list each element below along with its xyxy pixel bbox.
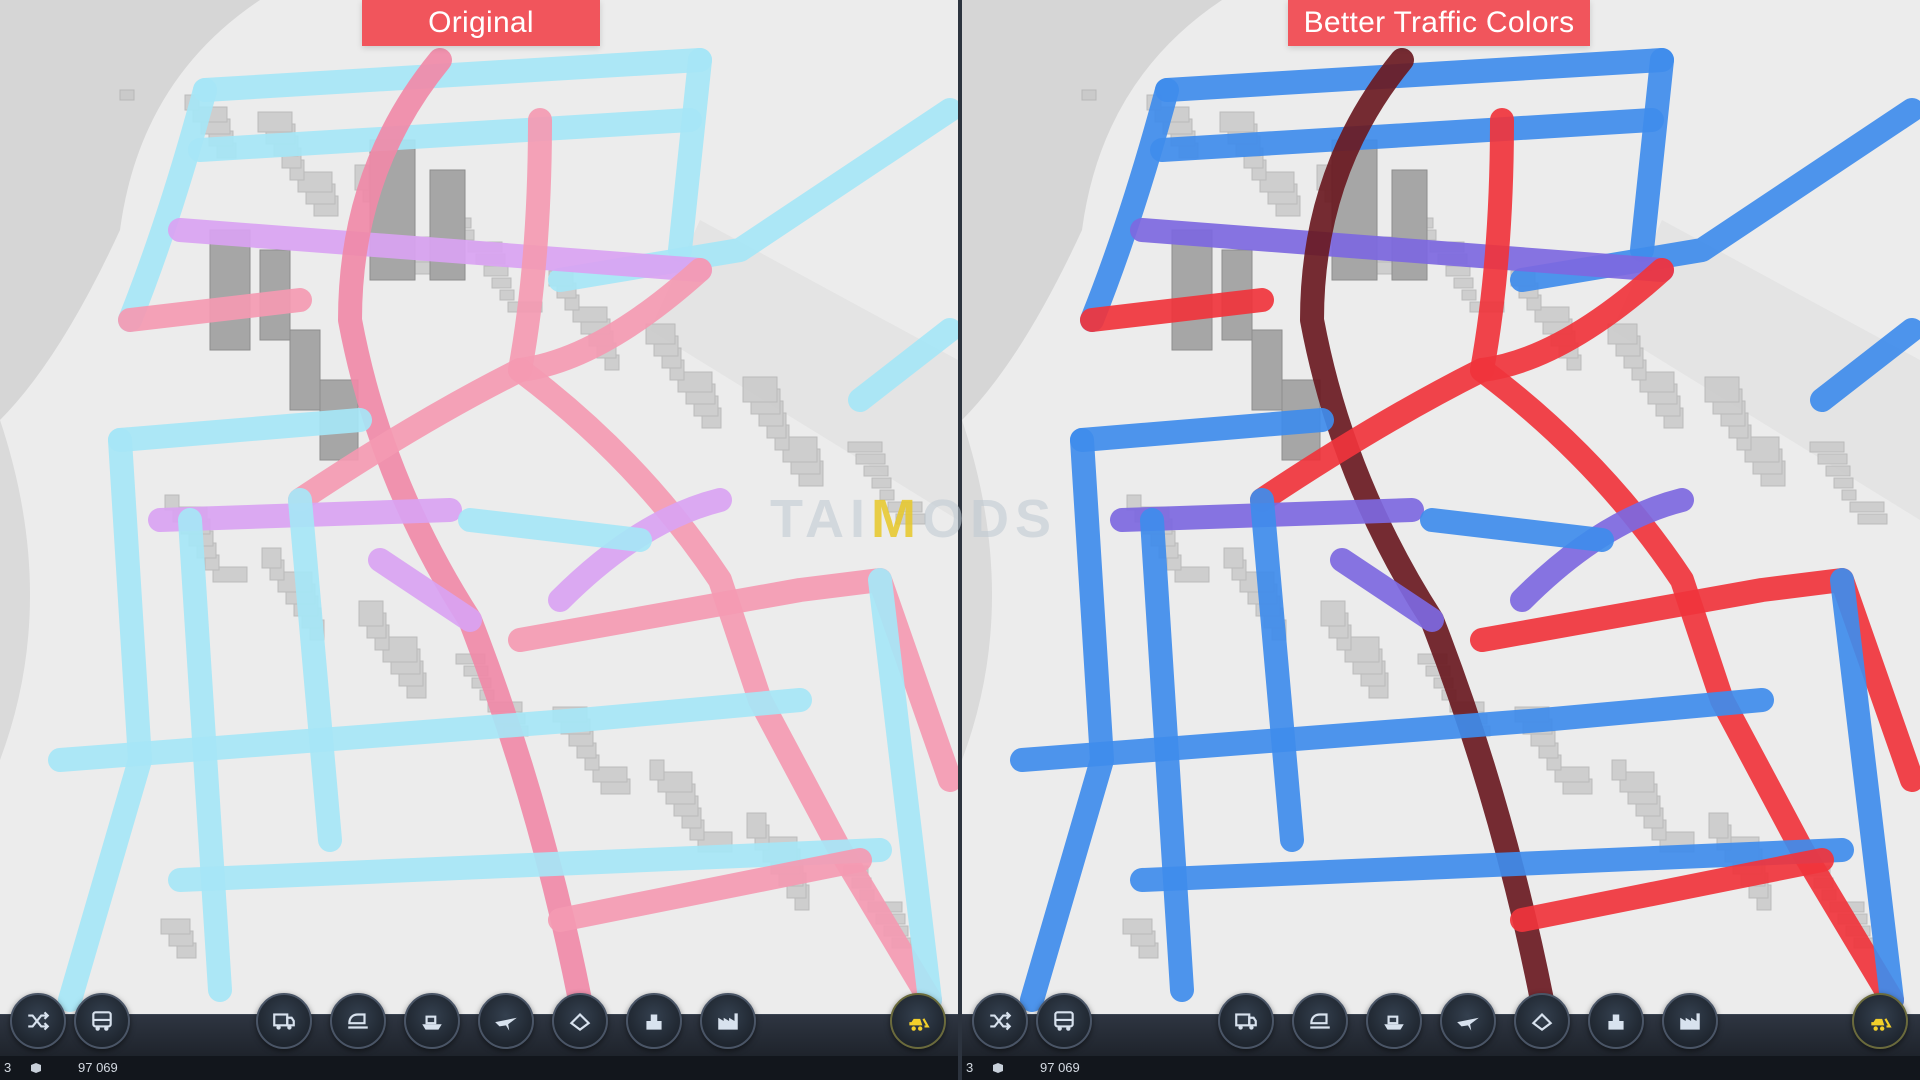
industry-icon[interactable] (1662, 993, 1718, 1049)
status-money: 97 069 (78, 1060, 118, 1075)
monument-icon[interactable] (626, 993, 682, 1049)
plane-icon[interactable] (478, 993, 534, 1049)
monument-icon[interactable] (1588, 993, 1644, 1049)
package-icon (993, 1063, 1003, 1073)
shuffle-icon[interactable] (10, 993, 66, 1049)
status-bar: 3 97 069 (0, 1056, 958, 1080)
pane-original: Original 3 97 069 (0, 0, 958, 1080)
city-map-original[interactable] (0, 0, 958, 1014)
status-money: 97 069 (1040, 1060, 1080, 1075)
bottom-toolbar (0, 993, 958, 1057)
truck-icon[interactable] (256, 993, 312, 1049)
city-map-better-traffic[interactable] (962, 0, 1920, 1014)
shuffle-icon[interactable] (972, 993, 1028, 1049)
bulldozer-icon[interactable] (1852, 993, 1908, 1049)
plane-icon[interactable] (1440, 993, 1496, 1049)
panel-label: Original (362, 0, 600, 46)
status-count: 3 (4, 1060, 12, 1075)
status-bar: 3 97 069 (962, 1056, 1920, 1080)
package-icon (31, 1063, 41, 1073)
train-icon[interactable] (1292, 993, 1348, 1049)
truck-icon[interactable] (1218, 993, 1274, 1049)
status-count: 3 (966, 1060, 974, 1075)
panel-label: Better Traffic Colors (1288, 0, 1590, 46)
train-icon[interactable] (330, 993, 386, 1049)
pane-better-traffic: Better Traffic Colors 3 97 069 (962, 0, 1920, 1080)
bulldozer-icon[interactable] (890, 993, 946, 1049)
comparison-split: Original 3 97 069 Better Traffic Colors … (0, 0, 1920, 1080)
ship-icon[interactable] (404, 993, 460, 1049)
bottom-toolbar (962, 993, 1920, 1057)
bus-icon[interactable] (1036, 993, 1092, 1049)
bus-icon[interactable] (74, 993, 130, 1049)
landmark-icon[interactable] (1514, 993, 1570, 1049)
ship-icon[interactable] (1366, 993, 1422, 1049)
landmark-icon[interactable] (552, 993, 608, 1049)
industry-icon[interactable] (700, 993, 756, 1049)
